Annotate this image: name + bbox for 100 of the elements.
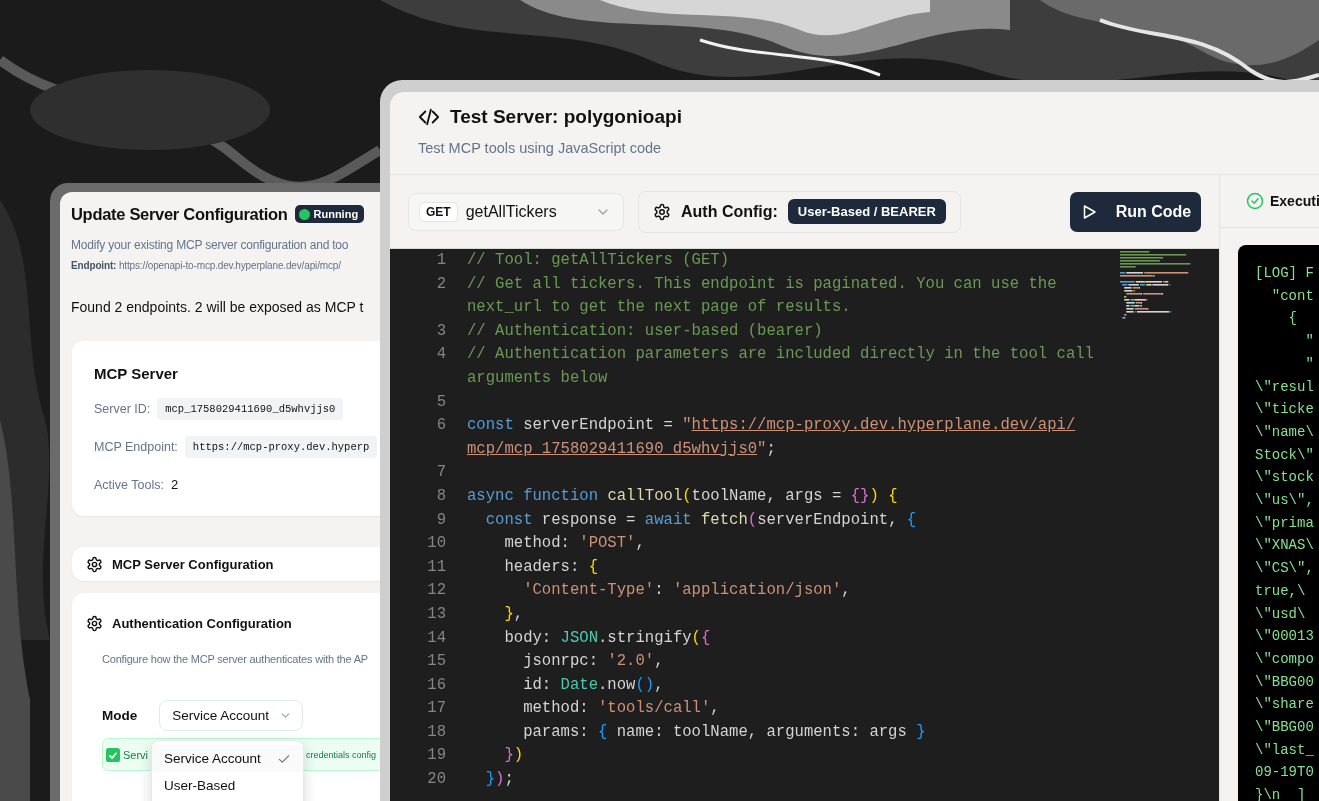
field-value: 2 xyxy=(170,477,179,492)
log-line: \"us\", xyxy=(1255,491,1314,511)
line-number: 4 xyxy=(435,344,446,366)
mode-select[interactable]: Service Account xyxy=(159,700,304,731)
code-line: next_url to get the next page of results. xyxy=(467,297,851,319)
code-line: // Authentication parameters are included directly in the tool call xyxy=(467,344,1094,366)
code-line: params: { name: toolName, arguments: args } xyxy=(522,721,926,743)
line-number: 19 xyxy=(426,745,446,767)
log-line: true,\ xyxy=(1255,581,1306,601)
code-line: async function callTool(toolName, args = {}) { xyxy=(467,485,898,507)
field-label: Server ID: xyxy=(94,401,151,416)
dialog-subtitle: Modify your existing MCP server configuration and too xyxy=(71,238,349,252)
auth-config-label: Auth Config: xyxy=(681,202,778,221)
line-number: 1 xyxy=(435,250,446,271)
gear-icon xyxy=(86,615,103,632)
log-line: [LOG] F xyxy=(1255,264,1314,283)
log-line: \"BBG00 xyxy=(1255,718,1314,738)
check-box-icon xyxy=(106,747,120,762)
log-line: 09-19T0 xyxy=(1255,763,1314,783)
log-line: \"compo xyxy=(1255,649,1314,669)
field-value: https://mcp-proxy.dev.hyperp xyxy=(184,435,378,458)
log-line: { xyxy=(1287,309,1297,329)
status-dot xyxy=(298,208,310,220)
window-subtitle: Test MCP tools using JavaScript code xyxy=(418,140,663,156)
card-title: MCP Server xyxy=(94,365,178,382)
endpoint-text: Endpoint: https://openapi-to-mcp.dev.hyperplane.dev/api/mcp/ xyxy=(71,260,341,271)
code-line: // Authentication: user-based (bearer) xyxy=(467,320,823,342)
gear-icon xyxy=(653,202,671,221)
line-number: 6 xyxy=(435,415,446,437)
log-line: \"CS\", xyxy=(1255,559,1314,579)
line-number: 12 xyxy=(426,580,446,602)
log-line: \"ticke xyxy=(1255,400,1314,420)
line-number: 17 xyxy=(426,698,446,720)
log-line: \"prima xyxy=(1255,513,1314,533)
line-number: 15 xyxy=(426,651,446,673)
code-line: 'Content-Type': 'application/json', xyxy=(522,580,851,602)
log-line: Stock\" xyxy=(1255,445,1314,465)
code-line: // Tool: getAllTickers (GET) xyxy=(467,250,730,271)
section-title: MCP Server Configuration xyxy=(112,556,274,572)
line-number: 11 xyxy=(426,556,446,578)
line-number: 2 xyxy=(435,273,446,295)
line-number: 5 xyxy=(435,391,446,413)
run-code-button[interactable]: Run Code xyxy=(1070,191,1201,232)
endpoints-summary: Found 2 endpoints. 2 will be exposed as MCP t xyxy=(71,299,364,315)
gear-icon xyxy=(86,555,103,573)
status-label: Running xyxy=(313,208,359,220)
auth-mode-badge: User-Based / BEARER xyxy=(787,199,946,224)
code-line: headers: { xyxy=(503,556,598,578)
log-line: \"share xyxy=(1255,695,1314,715)
log-line: \"resul xyxy=(1255,377,1314,397)
field-value: mcp_1758029411690_d5whvjjs0 xyxy=(157,397,344,420)
check-circle-icon xyxy=(1246,192,1264,210)
log-line: "cont xyxy=(1270,286,1314,306)
line-number: 10 xyxy=(426,533,446,555)
code-line: method: 'POST', xyxy=(503,533,645,555)
log-line: \"last_ xyxy=(1255,740,1314,760)
field-label: MCP Endpoint: xyxy=(94,439,178,454)
log-line: \"stock xyxy=(1255,468,1314,488)
code-line: mcp/mcp_1758029411690_d5whvjjs0"; xyxy=(467,438,776,460)
line-number: 20 xyxy=(426,769,446,791)
section-title: Authentication Configuration xyxy=(112,616,292,631)
code-line: method: 'tools/call', xyxy=(522,698,720,720)
tool-select[interactable]: GET getAllTickers xyxy=(408,192,624,231)
line-number: 7 xyxy=(435,462,446,484)
status-text: credentials config xyxy=(306,749,377,760)
code-line: }) xyxy=(503,745,524,767)
code-line: }); xyxy=(484,769,514,791)
line-number: 16 xyxy=(426,674,446,696)
mode-label: Mode xyxy=(102,708,138,723)
log-line: \"XNAS\ xyxy=(1255,536,1314,556)
menu-item[interactable]: Service Account xyxy=(152,745,303,772)
log-line: \"BBG00 xyxy=(1255,672,1314,692)
line-number: 9 xyxy=(435,509,446,531)
code-line: id: Date.now(), xyxy=(522,674,664,696)
log-line: \"usd\ xyxy=(1255,604,1306,624)
code-line: }, xyxy=(503,603,524,625)
code-icon xyxy=(418,106,440,128)
code-line: const serverEndpoint = "https://mcp-proxy.dev.hyperplane.dev/api/ xyxy=(467,415,1076,437)
code-line: const response = await fetch(serverEndpoint, { xyxy=(484,509,917,531)
line-number: 8 xyxy=(435,485,446,507)
log-line: " xyxy=(1304,332,1314,352)
dialog-title: Update Server Configuration xyxy=(71,204,288,224)
method-badge: GET xyxy=(419,201,458,222)
field-label: Active Tools: xyxy=(94,477,164,492)
panel-title: Executi xyxy=(1270,193,1319,209)
line-number: 18 xyxy=(426,721,446,743)
section-description: Configure how the MCP server authenticates with the AP xyxy=(102,653,368,665)
line-number: 13 xyxy=(426,603,446,625)
code-line: jsonrpc: '2.0', xyxy=(522,651,664,673)
window-title: Test Server: polygonioapi xyxy=(450,106,682,128)
code-line: body: JSON.stringify({ xyxy=(503,627,711,649)
status-text: Servi xyxy=(123,748,149,761)
menu-item[interactable]: User-Based xyxy=(152,772,303,799)
line-number: 3 xyxy=(435,320,446,342)
line-number: 14 xyxy=(426,627,446,649)
log-line: " xyxy=(1304,354,1314,374)
code-line: arguments below xyxy=(467,367,608,389)
log-line: \"00013 xyxy=(1255,627,1314,647)
code-line: // Get all tickers. This endpoint is paginated. You can use the xyxy=(467,273,1057,295)
log-line: \"name\ xyxy=(1255,422,1314,442)
